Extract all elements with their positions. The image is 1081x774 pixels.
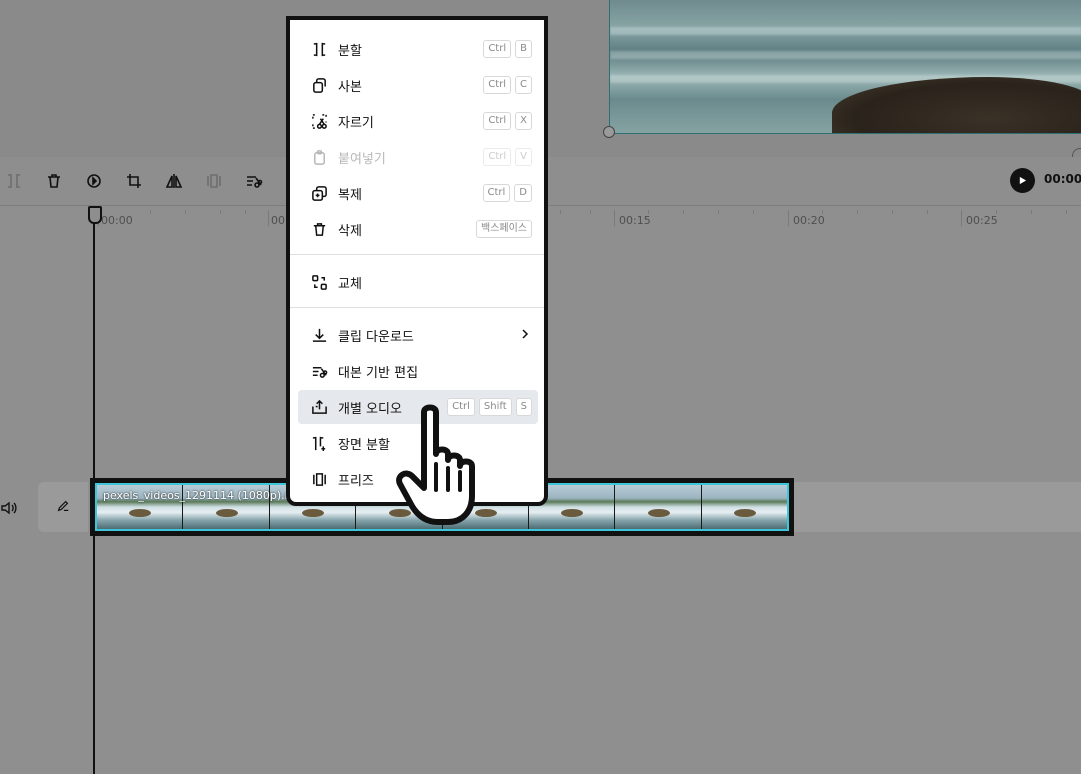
- script-edit-icon[interactable]: [242, 169, 266, 193]
- timecode-display: 00:00:: [1044, 172, 1081, 186]
- hand-pointer-icon: [396, 404, 475, 525]
- shortcut: Ctrl X: [483, 112, 532, 130]
- play-button[interactable]: [1010, 168, 1035, 193]
- split-icon: [308, 38, 330, 60]
- paste-icon: [308, 146, 330, 168]
- replace-icon: [308, 271, 330, 293]
- menu-item-label: 장면 분할: [338, 437, 390, 453]
- ruler-label: 00:25: [966, 214, 998, 227]
- split-icon[interactable]: [2, 169, 26, 193]
- shortcut: Ctrl D: [482, 184, 532, 202]
- menu-item-cut[interactable]: 자르기 Ctrl X: [298, 104, 538, 138]
- edit-track-button[interactable]: [38, 482, 88, 532]
- shortcut-key: S: [515, 398, 532, 416]
- menu-item-copy[interactable]: 사본 Ctrl C: [298, 68, 538, 102]
- scene-split-icon: [308, 432, 330, 454]
- menu-item-label: 붙여넣기: [338, 151, 386, 167]
- shortcut-key: B: [515, 40, 532, 58]
- video-preview-frame[interactable]: [609, 0, 1081, 134]
- shortcut-key: Ctrl: [483, 40, 512, 58]
- script-edit-icon: [308, 360, 330, 382]
- shortcut: Ctrl B: [483, 40, 532, 58]
- shortcut: Ctrl V: [483, 148, 532, 166]
- menu-item-delete[interactable]: 삭제 백스페이스: [298, 212, 538, 246]
- shortcut-key: C: [515, 76, 532, 94]
- menu-item-label: 대본 기반 편집: [338, 365, 419, 381]
- shortcut-key: D: [514, 184, 532, 202]
- menu-item-label: 복제: [338, 187, 362, 203]
- ruler-label: 00: [271, 214, 285, 227]
- shortcut-key: 백스페이스: [476, 220, 532, 238]
- playhead[interactable]: [93, 214, 95, 774]
- menu-item-script-edit[interactable]: 대본 기반 편집: [298, 354, 538, 388]
- shortcut: Ctrl C: [483, 76, 532, 94]
- menu-item-label: 교체: [338, 276, 362, 292]
- speed-icon[interactable]: [82, 169, 106, 193]
- menu-item-label: 자르기: [338, 115, 374, 131]
- shortcut-key: V: [515, 148, 532, 166]
- delete-icon[interactable]: [42, 169, 66, 193]
- cut-icon: [308, 110, 330, 132]
- menu-item-duplicate[interactable]: 복제 Ctrl D: [298, 176, 538, 210]
- menu-item-label: 삭제: [338, 223, 362, 239]
- ruler-label: 00:15: [619, 214, 651, 227]
- volume-icon[interactable]: [0, 499, 18, 517]
- pencil-icon: [56, 498, 70, 517]
- ruler-label: 00:00: [101, 214, 133, 227]
- menu-divider: [290, 307, 544, 308]
- menu-divider: [290, 254, 544, 255]
- separate-audio-icon: [308, 396, 330, 418]
- download-icon: [308, 324, 330, 346]
- menu-item-label: 사본: [338, 79, 362, 95]
- chevron-right-icon: [520, 328, 530, 343]
- flip-icon[interactable]: [162, 169, 186, 193]
- menu-item-download-clip[interactable]: 클립 다운로드: [298, 318, 538, 352]
- duplicate-icon: [308, 182, 330, 204]
- playhead-handle[interactable]: [88, 206, 102, 224]
- shortcut-key: Ctrl: [483, 112, 512, 130]
- shortcut-key: Ctrl: [483, 148, 512, 166]
- freeze-icon: [308, 468, 330, 490]
- shortcut-key: Ctrl: [482, 184, 511, 202]
- menu-item-label: 프리즈: [338, 473, 374, 489]
- menu-item-split[interactable]: 분할 Ctrl B: [298, 32, 538, 66]
- copy-icon: [308, 74, 330, 96]
- resize-handle[interactable]: [603, 126, 615, 138]
- freeze-icon[interactable]: [202, 169, 226, 193]
- shortcut-key: Ctrl: [483, 76, 512, 94]
- delete-icon: [308, 218, 330, 240]
- crop-icon[interactable]: [122, 169, 146, 193]
- ruler-label: 00:20: [793, 214, 825, 227]
- menu-item-label: 클립 다운로드: [338, 329, 414, 345]
- shortcut: 백스페이스: [476, 220, 532, 238]
- shortcut-key: X: [515, 112, 532, 130]
- menu-item-label: 분할: [338, 43, 362, 59]
- menu-item-paste: 붙여넣기 Ctrl V: [298, 140, 538, 174]
- clip-name: pexels_videos_1291114 (1080p).mp4: [103, 489, 310, 502]
- menu-item-replace[interactable]: 교체: [298, 265, 538, 299]
